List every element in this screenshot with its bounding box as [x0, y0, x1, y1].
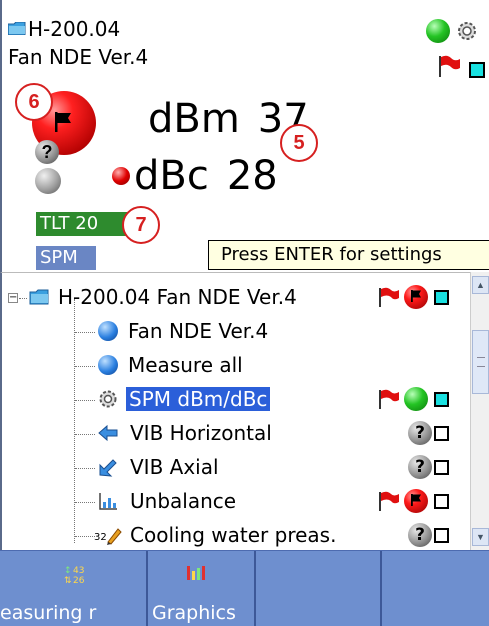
scrollbar-thumb[interactable] [472, 330, 489, 394]
dbc-label: dBc [134, 153, 209, 199]
unknown-status-icon: ? [408, 455, 432, 479]
dbc-status-dot-icon [112, 167, 130, 185]
collapse-icon[interactable]: − [8, 293, 18, 303]
status-square-icon [434, 494, 449, 509]
tree-row[interactable]: Fan NDE Ver.4 [2, 315, 472, 347]
callout-5: 5 [280, 124, 318, 162]
gear-icon [458, 22, 476, 40]
dbm-label: dBm [148, 96, 240, 142]
status-square-icon [434, 392, 449, 407]
tree-row[interactable]: VIB Horizontal ? [2, 417, 472, 449]
svg-text:43: 43 [73, 566, 84, 576]
measurement-tree[interactable]: − H-200.04 Fan NDE Ver.4 Fan NDE Ver.4 M… [0, 272, 470, 550]
graphics-icon [187, 566, 205, 580]
tree-item-label[interactable]: VIB Axial [130, 455, 219, 479]
alarm-flag-icon [379, 389, 399, 409]
tree-row[interactable]: VIB Axial ? [2, 451, 472, 483]
callout-6: 6 [15, 83, 53, 121]
gear-icon [99, 390, 117, 408]
arrow-left-icon [98, 424, 118, 442]
status-square-icon [434, 426, 449, 441]
tree-item-label[interactable]: VIB Horizontal [130, 421, 272, 445]
tree-row[interactable]: Measure all [2, 349, 472, 381]
toolbar-button-4[interactable] [382, 551, 489, 626]
alarm-ball-icon [404, 489, 428, 513]
folder-icon [29, 289, 49, 305]
tree-item-label[interactable]: H-200.04 Fan NDE Ver.4 [58, 285, 297, 309]
status-green-icon [404, 387, 428, 411]
measuring-icon: ↕ 43 ⇅ 26 [64, 566, 85, 585]
svg-text:26: 26 [73, 576, 85, 585]
alarm-flag-icon [379, 491, 399, 511]
alarm-flag-icon [439, 55, 460, 77]
settings-tooltip: Press ENTER for settings [208, 240, 489, 270]
alarm-flag-icon [379, 287, 399, 307]
tree-item-label[interactable]: Fan NDE Ver.4 [128, 319, 268, 343]
tree-item-label[interactable]: Cooling water preas. [130, 523, 336, 547]
point-id: H-200.04 [28, 17, 121, 41]
tree-row-selected[interactable]: SPM dBm/dBc [2, 383, 472, 415]
folder-icon [8, 22, 26, 35]
bottom-toolbar: ↕ 43 ⇅ 26 easuring r Graphics [0, 550, 489, 626]
toolbar-button-3[interactable] [256, 551, 382, 626]
tree-scrollbar[interactable]: ▲ ▼ [470, 272, 489, 550]
scroll-down-icon[interactable]: ▼ [472, 528, 489, 546]
tlt-tag: TLT 20 [36, 212, 136, 236]
dbc-readout: dBc 28 [134, 153, 278, 199]
measurement-header: H-200.04 Fan NDE Ver.4 ? dBm 37 dBc 28 TLT… [0, 0, 489, 272]
scroll-up-icon[interactable]: ▲ [472, 276, 489, 294]
axial-arrow-icon [99, 459, 117, 477]
graphics-button[interactable]: Graphics [148, 551, 256, 626]
blue-ball-icon [98, 321, 118, 341]
tree-row-root[interactable]: − H-200.04 Fan NDE Ver.4 [2, 281, 472, 313]
dbc-value: 28 [226, 153, 278, 199]
unknown-status-icon: ? [35, 140, 59, 164]
measuring-button-label: easuring r [0, 602, 97, 624]
tree-item-label[interactable]: Unbalance [130, 489, 236, 513]
tree-item-label[interactable]: SPM dBm/dBc [126, 387, 271, 411]
svg-text:↕: ↕ [64, 566, 72, 576]
blue-ball-icon [98, 355, 118, 375]
alarm-ball-icon [404, 285, 428, 309]
status-green-icon [426, 19, 450, 43]
unknown-status-icon: ? [408, 523, 432, 547]
callout-7: 7 [122, 206, 160, 244]
graphics-button-label: Graphics [152, 602, 236, 624]
pencil-icon: 32 [94, 528, 122, 545]
chart-icon [99, 493, 117, 510]
tree-row[interactable]: 32 Cooling water preas. ? [2, 519, 472, 551]
status-square-icon [434, 290, 449, 305]
tree-item-label[interactable]: Measure all [128, 353, 243, 377]
status-square-icon [469, 62, 485, 78]
svg-text:⇅: ⇅ [64, 576, 72, 585]
status-square-icon [434, 460, 449, 475]
point-name: Fan NDE Ver.4 [8, 45, 149, 69]
unknown-status-icon: ? [408, 421, 432, 445]
tree-row[interactable]: Unbalance [2, 485, 472, 517]
measuring-button[interactable]: ↕ 43 ⇅ 26 easuring r [0, 551, 148, 626]
spm-tag: SPM [36, 246, 96, 270]
svg-text:32: 32 [94, 532, 107, 543]
status-square-icon [434, 528, 449, 543]
gray-status-ball-icon [35, 168, 61, 194]
